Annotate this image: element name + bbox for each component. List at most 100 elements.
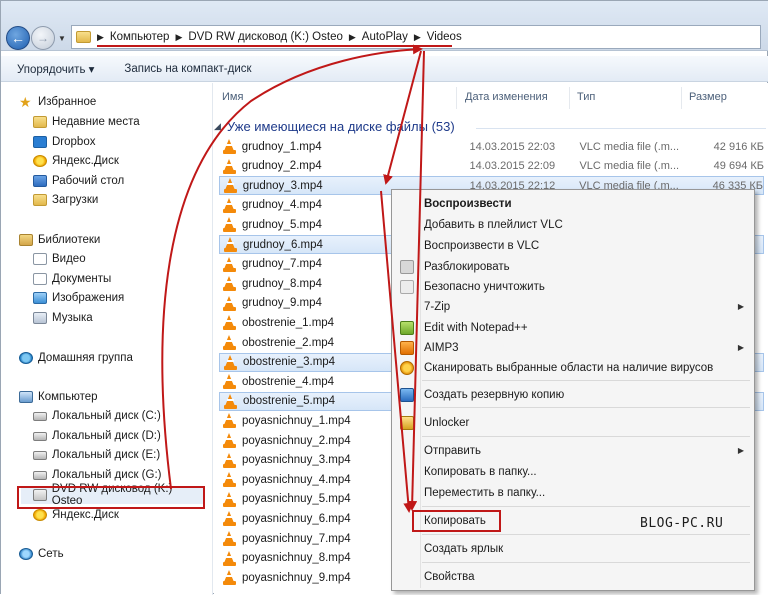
menu-label: Создать резервную копию — [424, 388, 565, 401]
menu-item-send-to[interactable]: Отправить ▶ — [394, 440, 752, 461]
vlc-cone-icon — [223, 315, 236, 331]
nav-disk-g[interactable]: Локальный диск (G:) — [33, 466, 161, 484]
shredder-icon — [400, 279, 414, 294]
menu-label: Разблокировать — [424, 260, 510, 273]
nav-label: Недавние места — [52, 116, 140, 128]
menu-item-scan[interactable]: Сканировать выбранные области на наличие… — [394, 357, 752, 378]
menu-item-play-vlc[interactable]: Воспроизвести в VLC — [394, 235, 752, 256]
collapse-triangle-icon[interactable]: ◢ — [214, 121, 221, 132]
forward-button[interactable]: → — [31, 26, 55, 50]
vlc-cone-icon — [223, 550, 236, 566]
column-divider[interactable] — [456, 87, 457, 109]
chevron-right-icon[interactable]: ▶ — [175, 32, 182, 43]
file-row[interactable]: grudnoy_2.mp4 14.03.2015 22:09 VLC media f… — [219, 157, 764, 176]
menu-separator — [422, 506, 750, 507]
explorer-window: ← → ▼ ▶ Компьютер ▶ DVD RW дисковод (K:)… — [0, 0, 768, 595]
column-header-size[interactable]: Размер — [689, 91, 727, 103]
vlc-cone-icon — [223, 256, 236, 272]
menu-item-unblock[interactable]: Разблокировать — [394, 256, 752, 277]
music-icon — [33, 312, 47, 324]
menu-item-properties[interactable]: Свойства — [394, 566, 752, 587]
vlc-cone-icon — [223, 335, 236, 350]
breadcrumb-autoplay[interactable]: AutoPlay — [362, 31, 408, 43]
menu-item-unlocker[interactable]: Unlocker — [394, 412, 752, 433]
nav-disk-c[interactable]: Локальный диск (C:) — [33, 407, 161, 425]
recent-pages-dropdown-icon[interactable]: ▼ — [58, 34, 66, 43]
nav-yadisk-2[interactable]: Яндекс.Диск — [33, 506, 119, 524]
nav-video[interactable]: Видео — [33, 250, 86, 268]
nav-network[interactable]: Сеть — [19, 545, 64, 563]
menu-separator — [422, 562, 750, 563]
breadcrumb-computer[interactable]: Компьютер — [110, 31, 170, 43]
vlc-cone-icon — [223, 374, 236, 390]
file-row[interactable]: grudnoy_1.mp4 14.03.2015 22:03 VLC media f… — [219, 137, 764, 156]
nav-favorites[interactable]: ★ Избранное — [19, 93, 96, 111]
menu-label: Воспроизвести — [424, 197, 512, 210]
group-label: Уже имеющиеся на диске файлы (53) — [226, 119, 455, 134]
menu-label: Безопасно уничтожить — [424, 280, 545, 293]
menu-label: Копировать в папку... — [424, 465, 537, 478]
group-divider — [476, 128, 766, 129]
menu-label: Edit with Notepad++ — [424, 321, 528, 334]
menu-label: Свойства — [424, 570, 475, 583]
nav-desktop[interactable]: Рабочий стол — [33, 172, 124, 190]
libraries-icon — [19, 234, 33, 246]
notepad-plus-icon — [400, 320, 414, 335]
chevron-right-icon[interactable]: ▶ — [349, 32, 356, 43]
nav-disk-d[interactable]: Локальный диск (D:) — [33, 427, 161, 445]
breadcrumb-videos[interactable]: Videos — [427, 31, 462, 43]
menu-item-secure-delete[interactable]: Безопасно уничтожить — [394, 276, 752, 297]
menu-item-backup[interactable]: Создать резервную копию — [394, 384, 752, 405]
breadcrumb-dvd[interactable]: DVD RW дисковод (K:) Osteo — [188, 31, 343, 43]
menu-label: Воспроизвести в VLC — [424, 239, 540, 252]
nav-label: Изображения — [52, 292, 125, 304]
column-divider[interactable] — [569, 87, 570, 109]
vlc-cone-icon — [224, 354, 237, 370]
menu-item-move-to[interactable]: Переместить в папку... — [394, 482, 752, 503]
menu-item-copy-to[interactable]: Копировать в папку... — [394, 461, 752, 482]
nav-computer[interactable]: Компьютер — [19, 388, 98, 406]
dropbox-icon — [33, 136, 47, 148]
nav-disk-e[interactable]: Локальный диск (E:) — [33, 446, 160, 464]
column-divider[interactable] — [681, 87, 682, 109]
menu-separator — [422, 436, 750, 437]
nav-images[interactable]: Изображения — [33, 289, 124, 307]
column-header-name[interactable]: Имя — [222, 91, 243, 103]
chevron-right-icon[interactable]: ▶ — [414, 32, 421, 43]
group-header[interactable]: ◢ Уже имеющиеся на диске файлы (53) — [214, 119, 455, 134]
nav-dropbox[interactable]: Dropbox — [33, 133, 95, 151]
nav-homegroup[interactable]: Домашняя группа — [19, 349, 133, 367]
yandex-disk-icon — [33, 155, 47, 167]
nav-yadisk[interactable]: Яндекс.Диск — [33, 152, 119, 170]
nav-music[interactable]: Музыка — [33, 309, 93, 327]
burn-button[interactable]: Запись на компакт-диск — [124, 63, 251, 75]
file-date: 14.03.2015 22:03 — [469, 140, 556, 153]
computer-icon — [19, 391, 33, 403]
hard-disk-icon — [33, 411, 47, 421]
menu-item-aimp[interactable]: AIMP3 ▶ — [394, 337, 752, 358]
nav-libraries[interactable]: Библиотеки — [19, 231, 100, 249]
organize-button[interactable]: Упорядочить ▾ — [17, 62, 94, 76]
back-button[interactable]: ← — [6, 26, 30, 50]
column-header-type[interactable]: Тип — [577, 91, 595, 103]
unlocker-wand-icon — [400, 415, 414, 430]
vlc-cone-icon — [223, 413, 236, 429]
menu-item-7zip[interactable]: 7-Zip ▶ — [394, 296, 752, 317]
vlc-cone-icon — [223, 158, 236, 174]
column-header-date[interactable]: Дата изменения — [465, 91, 548, 103]
menu-item-play[interactable]: Воспроизвести — [394, 193, 752, 214]
vlc-cone-icon — [223, 531, 236, 546]
nav-documents[interactable]: Документы — [33, 270, 111, 288]
menu-item-notepad[interactable]: Edit with Notepad++ — [394, 317, 752, 338]
nav-downloads[interactable]: Загрузки — [33, 191, 98, 209]
chevron-right-icon[interactable]: ▶ — [97, 32, 104, 43]
vlc-cone-icon — [223, 276, 236, 292]
menu-item-shortcut[interactable]: Создать ярлык — [394, 538, 752, 559]
folder-icon — [76, 31, 91, 43]
nav-label: Локальный диск (C:) — [52, 410, 161, 422]
back-arrow-icon: ← — [11, 30, 25, 46]
menu-item-add-playlist[interactable]: Добавить в плейлист VLC — [394, 214, 752, 235]
nav-recent[interactable]: Недавние места — [33, 113, 140, 131]
menu-label: Добавить в плейлист VLC — [424, 218, 563, 231]
file-name: grudnoy_2.mp4 — [241, 160, 322, 173]
